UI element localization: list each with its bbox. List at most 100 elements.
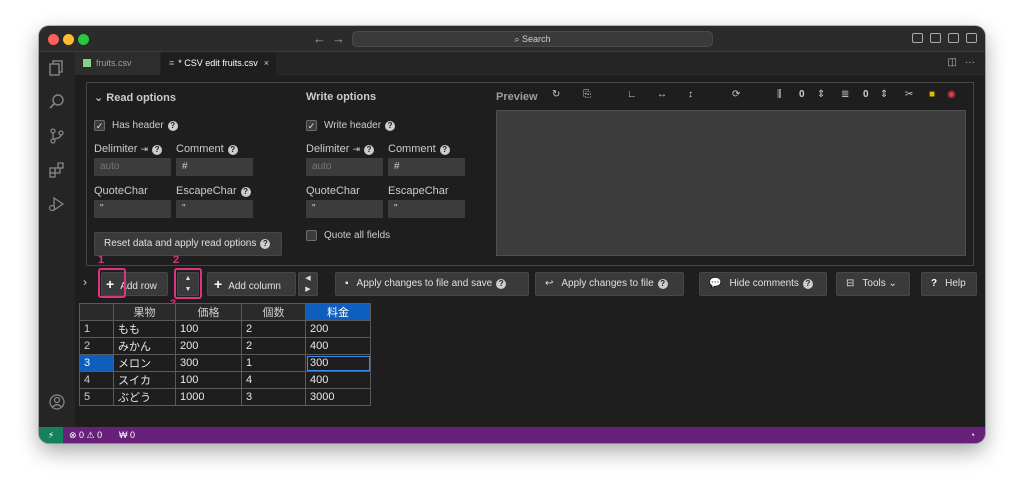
tab-arrow-icon[interactable]: ⇥ bbox=[352, 144, 360, 154]
read-quotechar-input[interactable]: " bbox=[94, 200, 171, 218]
grid-cell[interactable]: みかん bbox=[113, 337, 176, 355]
help-question-icon[interactable]: ? bbox=[657, 279, 668, 289]
row-number[interactable]: 5 bbox=[79, 388, 114, 406]
read-comment-input[interactable]: # bbox=[176, 158, 253, 176]
grid-cell[interactable]: ぶどう bbox=[113, 388, 176, 406]
nav-arrows[interactable]: ←→ bbox=[313, 31, 351, 46]
selected-grid-cell[interactable]: 300 bbox=[305, 354, 371, 372]
grid-cell[interactable]: 4 bbox=[241, 371, 306, 389]
accounts-icon[interactable] bbox=[47, 392, 67, 412]
notifications-bell-icon[interactable]: ◔ bbox=[970, 427, 975, 443]
minimize-window-button[interactable] bbox=[63, 34, 74, 45]
help-question-icon[interactable]: ? bbox=[152, 145, 163, 155]
quote-all-fields-checkbox[interactable] bbox=[306, 230, 317, 241]
help-question-icon[interactable]: ? bbox=[240, 187, 251, 197]
has-header-checkbox[interactable]: ✓ bbox=[94, 120, 105, 131]
grid-cell[interactable]: 100 bbox=[175, 371, 242, 389]
toggle-secondary-sidebar-icon[interactable] bbox=[948, 33, 959, 43]
forward-arrow-icon[interactable]: → bbox=[332, 31, 351, 46]
help-question-icon[interactable]: ? bbox=[802, 279, 813, 289]
toggle-sidebar-icon[interactable] bbox=[912, 33, 923, 43]
grid-cell[interactable]: 400 bbox=[305, 371, 371, 389]
tools-dropdown[interactable]: ⊟ Tools ⌄ bbox=[836, 272, 910, 296]
grid-corner-cell[interactable] bbox=[79, 303, 114, 321]
expand-chevron-icon[interactable]: › bbox=[83, 275, 87, 289]
tab-csv-edit[interactable]: ≡ * CSV edit fruits.csv × bbox=[161, 52, 277, 75]
refresh-preview-icon[interactable]: ↻ bbox=[552, 89, 560, 100]
customize-layout-icon[interactable] bbox=[966, 33, 977, 43]
grid-cell[interactable]: 3 bbox=[241, 388, 306, 406]
back-arrow-icon[interactable]: ← bbox=[313, 31, 332, 46]
grid-cell[interactable]: 3000 bbox=[305, 388, 371, 406]
ports-indicator[interactable]: ₩ 0 bbox=[119, 427, 135, 443]
unpin-icon[interactable]: ✂ bbox=[905, 89, 913, 100]
vertical-resize-icon[interactable]: ↕ bbox=[688, 89, 693, 100]
zoom-window-button[interactable] bbox=[78, 34, 89, 45]
read-escapechar-input[interactable]: " bbox=[176, 200, 253, 218]
row-number[interactable]: 4 bbox=[79, 371, 114, 389]
add-column-button[interactable]: + Add column bbox=[207, 272, 296, 296]
help-question-icon[interactable]: ? bbox=[227, 145, 238, 155]
row-number[interactable]: 1 bbox=[79, 320, 114, 338]
column-header[interactable]: 果物 bbox=[113, 303, 176, 321]
write-quotechar-input[interactable]: " bbox=[306, 200, 383, 218]
explorer-icon[interactable] bbox=[47, 58, 67, 78]
apply-changes-save-button[interactable]: ▪ Apply changes to file and save? bbox=[335, 272, 529, 296]
tab-close-icon[interactable]: × bbox=[264, 58, 269, 68]
help-question-icon[interactable]: ? bbox=[385, 121, 396, 131]
write-header-checkbox[interactable]: ✓ bbox=[306, 120, 317, 131]
apply-changes-button[interactable]: ↩ Apply changes to file? bbox=[535, 272, 684, 296]
grid-cell[interactable]: 2 bbox=[241, 337, 306, 355]
tab-arrow-icon[interactable]: ⇥ bbox=[140, 144, 148, 154]
search-icon[interactable] bbox=[47, 92, 67, 112]
grid-cell[interactable]: 200 bbox=[175, 337, 242, 355]
fixed-columns-stepper[interactable]: ⇕ bbox=[817, 89, 825, 100]
column-move-stepper[interactable]: ◀ ▶ bbox=[298, 272, 318, 296]
grid-cell[interactable]: 2 bbox=[241, 320, 306, 338]
sync-icon[interactable]: ⟳ bbox=[732, 89, 740, 100]
grid-cell[interactable]: スイカ bbox=[113, 371, 176, 389]
write-escapechar-input[interactable]: " bbox=[388, 200, 465, 218]
grid-cell[interactable]: 400 bbox=[305, 337, 371, 355]
grid-cell[interactable]: 1 bbox=[241, 354, 306, 372]
grid-cell[interactable]: 100 bbox=[175, 320, 242, 338]
problems-indicator[interactable]: ⊗ 0 ⚠ 0 bbox=[69, 427, 102, 443]
preview-textarea[interactable] bbox=[496, 110, 966, 256]
column-header[interactable]: 個数 bbox=[241, 303, 306, 321]
column-header[interactable]: 価格 bbox=[175, 303, 242, 321]
move-left-icon[interactable]: ◀ bbox=[299, 273, 317, 284]
move-right-icon[interactable]: ▶ bbox=[299, 284, 317, 295]
tab-fruits-csv[interactable]: fruits.csv bbox=[75, 52, 161, 75]
row-number[interactable]: 3 bbox=[79, 354, 114, 372]
copy-icon[interactable]: ⎘ bbox=[583, 89, 591, 100]
command-center-search[interactable]: ⌕ Search bbox=[352, 31, 713, 47]
help-question-icon[interactable]: ? bbox=[167, 121, 178, 131]
fixed-rows-stepper[interactable]: ⇕ bbox=[880, 89, 888, 100]
toggle-panel-icon[interactable] bbox=[930, 33, 941, 43]
close-window-button[interactable] bbox=[48, 34, 59, 45]
row-number[interactable]: 2 bbox=[79, 337, 114, 355]
run-debug-icon[interactable] bbox=[47, 194, 67, 214]
column-header[interactable]: 料金 bbox=[305, 303, 371, 321]
more-actions-icon[interactable]: ··· bbox=[965, 57, 975, 68]
fit-corner-icon[interactable]: ∟ bbox=[627, 89, 637, 100]
source-control-icon[interactable] bbox=[47, 126, 67, 146]
eye-icon[interactable]: ◉ bbox=[947, 89, 956, 100]
help-question-icon[interactable]: ? bbox=[496, 279, 507, 289]
extensions-icon[interactable] bbox=[47, 160, 67, 180]
hide-comments-button[interactable]: 💬 Hide comments? bbox=[699, 272, 827, 296]
reset-apply-read-options-button[interactable]: Reset data and apply read options? bbox=[94, 232, 282, 256]
help-question-icon[interactable]: ? bbox=[439, 145, 450, 155]
read-options-header[interactable]: ⌄ Read options bbox=[94, 91, 176, 104]
write-delimiter-input[interactable]: auto bbox=[306, 158, 383, 176]
save-state-icon[interactable]: ■ bbox=[929, 89, 935, 100]
read-delimiter-input[interactable]: auto bbox=[94, 158, 171, 176]
grid-cell[interactable]: 300 bbox=[175, 354, 242, 372]
horizontal-resize-icon[interactable]: ↔ bbox=[657, 89, 667, 100]
grid-cell[interactable]: 1000 bbox=[175, 388, 242, 406]
grid-cell[interactable]: メロン bbox=[113, 354, 176, 372]
help-question-icon[interactable]: ? bbox=[260, 239, 271, 249]
help-button[interactable]: ? Help bbox=[921, 272, 977, 296]
remote-indicator-icon[interactable]: ⚡ bbox=[39, 427, 63, 443]
split-editor-icon[interactable]: ◫ bbox=[948, 57, 957, 68]
